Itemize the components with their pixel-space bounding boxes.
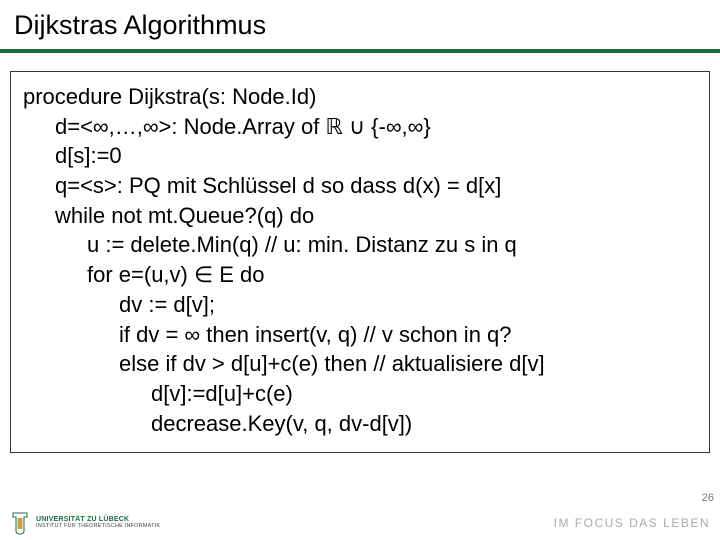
footer-tagline: IM FOCUS DAS LEBEN — [554, 516, 710, 530]
university-logo-icon — [10, 511, 30, 535]
page-number: 26 — [702, 492, 714, 504]
footer-left: UNIVERSITÄT ZU LÜBECK INSTITUT FÜR THEOR… — [10, 511, 160, 535]
university-text: UNIVERSITÄT ZU LÜBECK INSTITUT FÜR THEOR… — [36, 516, 160, 529]
code-line: if dv = ∞ then insert(v, q) // v schon i… — [119, 320, 697, 350]
code-line: decrease.Key(v, q, dv-d[v]) — [151, 409, 697, 439]
code-box: procedure Dijkstra(s: Node.Id) d=<∞,…,∞>… — [10, 71, 710, 453]
code-line: d=<∞,…,∞>: Node.Array of ℝ ∪ {-∞,∞} — [55, 112, 697, 142]
code-line: u := delete.Min(q) // u: min. Distanz zu… — [87, 230, 697, 260]
code-line: d[v]:=d[u]+c(e) — [151, 379, 697, 409]
slide: Dijkstras Algorithmus procedure Dijkstra… — [0, 0, 720, 540]
slide-title: Dijkstras Algorithmus — [0, 0, 720, 49]
code-line: else if dv > d[u]+c(e) then // aktualisi… — [119, 349, 697, 379]
code-line: for e=(u,v) ∈ E do — [87, 260, 697, 290]
university-subtitle: INSTITUT FÜR THEORETISCHE INFORMATIK — [36, 524, 160, 530]
code-line: d[s]:=0 — [55, 141, 697, 171]
title-underline — [0, 49, 720, 53]
code-line: while not mt.Queue?(q) do — [55, 201, 697, 231]
code-line: dv := d[v]; — [119, 290, 697, 320]
footer: UNIVERSITÄT ZU LÜBECK INSTITUT FÜR THEOR… — [0, 506, 720, 540]
code-line: q=<s>: PQ mit Schlüssel d so dass d(x) =… — [55, 171, 697, 201]
code-line: procedure Dijkstra(s: Node.Id) — [23, 82, 697, 112]
